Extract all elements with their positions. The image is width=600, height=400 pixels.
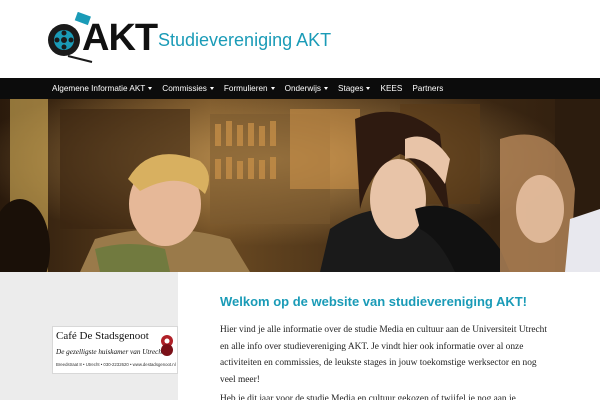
- sponsor-ad[interactable]: Café De Stadsgenoot De gezelligste huisk…: [52, 326, 178, 374]
- nav-item-label: Commissies: [162, 84, 207, 93]
- caret-down-icon: [209, 87, 214, 90]
- nav-item-label: Stages: [337, 84, 364, 93]
- logo-text: AKT: [82, 17, 158, 59]
- second-paragraph: Heb je dit jaar voor de studie Media en …: [220, 394, 516, 400]
- nav-item-label: KEES: [380, 84, 403, 93]
- nav-item-kees[interactable]: KEES: [380, 84, 402, 93]
- nav-item-formulieren[interactable]: Formulieren: [224, 84, 275, 93]
- site-header: AKT Studievereniging AKT: [0, 0, 600, 78]
- nav-item-stages[interactable]: Stages: [338, 84, 371, 93]
- site-title[interactable]: Studievereniging AKT: [158, 30, 331, 51]
- nav-item-onderwijs[interactable]: Onderwijs: [285, 84, 328, 93]
- caret-down-icon: [270, 87, 275, 90]
- nav-item-commissies[interactable]: Commissies: [162, 84, 214, 93]
- sidebar: Café De Stadsgenoot De gezelligste huisk…: [0, 272, 178, 400]
- intro-paragraph: Hier vind je alle informatie over de stu…: [220, 325, 547, 386]
- sponsor-ad-address: Breedstraat 8 • Utrecht • 030-2232620 • …: [56, 362, 176, 367]
- nav-list: Algemene Informatie AKT Commissies Formu…: [52, 78, 453, 99]
- coffee-cup-icon: [161, 335, 173, 356]
- nav-item-label: Onderwijs: [284, 84, 321, 93]
- main-content: Welkom op de website van studieverenigin…: [178, 272, 600, 400]
- sponsor-ad-tagline: De gezelligste huiskamer van Utrecht!: [56, 348, 167, 356]
- hero-image: [0, 99, 600, 272]
- caret-down-icon: [366, 87, 371, 90]
- nav-item-algemene-informatie[interactable]: Algemene Informatie AKT: [52, 84, 153, 93]
- main-navigation: Algemene Informatie AKT Commissies Formu…: [0, 78, 600, 99]
- nav-item-label: Partners: [412, 84, 444, 93]
- nav-item-partners[interactable]: Partners: [412, 84, 443, 93]
- welcome-heading: Welkom op de website van studieverenigin…: [220, 294, 527, 309]
- caret-down-icon: [323, 87, 328, 90]
- sponsor-ad-name: Café De Stadsgenoot: [56, 330, 149, 342]
- site-logo[interactable]: AKT: [46, 12, 158, 64]
- nav-item-label: Algemene Informatie AKT: [52, 84, 146, 93]
- nav-item-label: Formulieren: [223, 84, 268, 93]
- hero-photo: [0, 99, 600, 272]
- caret-down-icon: [148, 87, 153, 90]
